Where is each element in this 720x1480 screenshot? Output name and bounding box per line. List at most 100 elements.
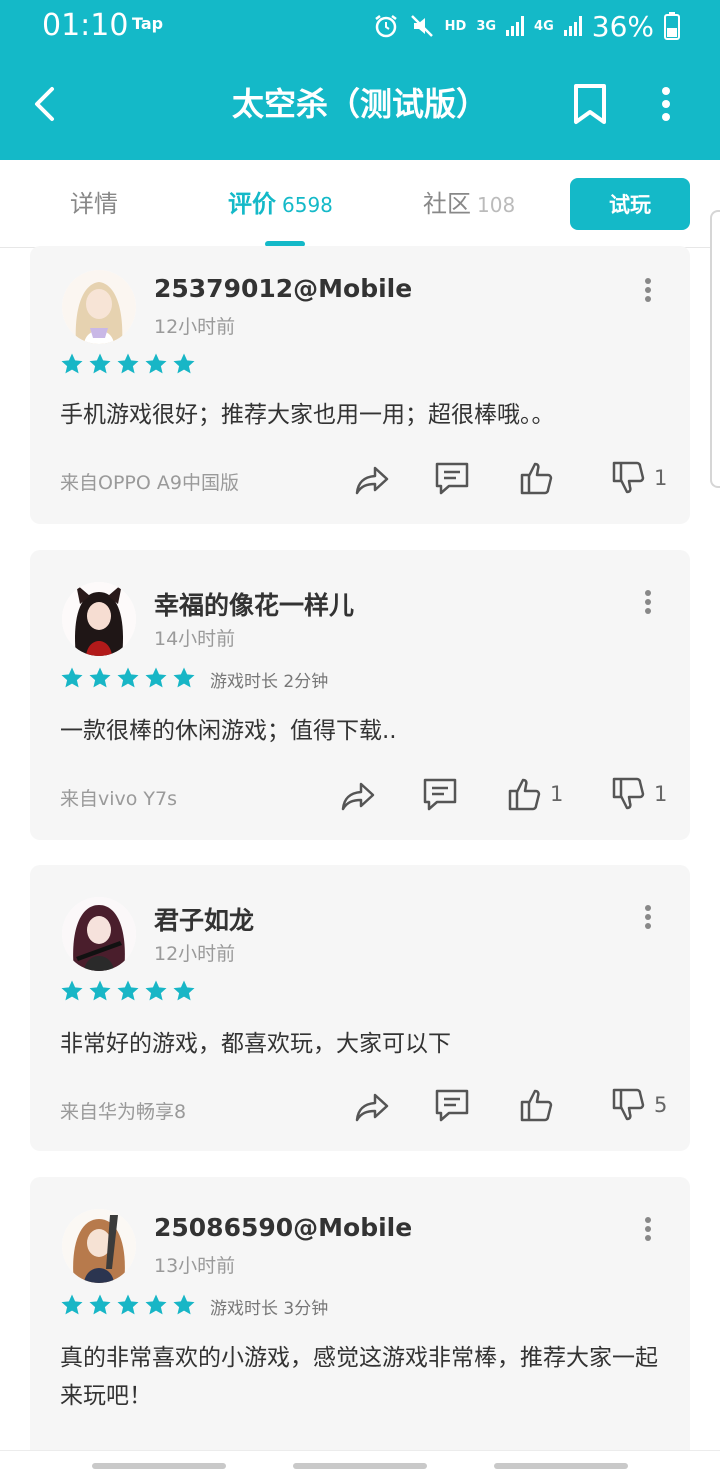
like-count: 1 [550,782,564,806]
review-card: 幸福的像花一样儿 14小时前 游戏时长 2分钟 一款很棒的休闲游戏；值得下载..… [30,550,690,840]
dislike-button[interactable]: 1 [610,460,667,496]
dislike-count: 1 [654,782,668,806]
star-rating [60,979,196,1003]
star-icon [61,667,83,688]
net-4g-label: 4G [534,18,554,34]
thumbs-up-icon [508,778,541,811]
signal-icon [506,16,525,36]
status-time: 01:10 [42,8,129,43]
dislike-button[interactable]: 5 [610,1087,667,1123]
tab-count: 6598 [282,193,333,217]
star-icon [145,980,167,1001]
bottom-tab-indicator [494,1463,628,1469]
review-time: 12小时前 [154,316,236,338]
star-icon [173,353,195,374]
tab-community[interactable]: 社区 108 [423,186,515,222]
bookmark-button[interactable] [568,80,612,128]
review-device: 来自vivo Y7s [60,788,178,810]
star-rating [60,666,196,690]
star-icon [89,353,111,374]
share-button[interactable] [354,1089,390,1125]
review-device: 来自OPPO A9中国版 [60,472,239,494]
star-icon [145,667,167,688]
mute-icon [410,15,433,37]
review-device: 来自华为畅享8 [60,1101,187,1123]
share-icon [355,466,389,495]
star-icon [61,353,83,374]
star-icon [117,667,139,688]
share-icon [355,1093,389,1122]
comment-button[interactable] [422,776,458,812]
review-time: 14小时前 [154,628,236,650]
tab-details[interactable]: 详情 [70,186,118,222]
thumbs-up-icon [520,1089,553,1122]
star-icon [61,1294,83,1315]
avatar[interactable] [62,270,136,344]
star-rating [60,1293,196,1317]
review-text[interactable]: 真的非常喜欢的小游戏，感觉这游戏非常棒，推荐大家一起来玩吧！ [60,1339,660,1415]
review-text[interactable]: 手机游戏很好；推荐大家也用一用；超很棒哦。。 [60,396,660,434]
try-play-button[interactable]: 试玩 [570,178,690,230]
more-vertical-icon [645,1217,651,1241]
net-3g-label: 3G [476,18,497,34]
bottom-tab-indicator [293,1463,427,1469]
thumbs-down-icon [612,1088,645,1121]
thumbs-down-icon [612,777,645,810]
tab-bar: 详情 评价 6598 社区 108 试玩 [0,160,720,248]
comment-button[interactable] [434,460,470,496]
comment-icon [435,462,469,495]
review-more-button[interactable] [636,1209,660,1249]
star-icon [173,1294,195,1315]
status-icons: HD 3G 4G 36% [373,8,680,44]
more-vertical-icon [645,278,651,302]
dislike-button[interactable]: 1 [610,776,667,812]
review-username[interactable]: 25086590@Mobile [154,1213,412,1242]
back-button[interactable] [24,82,64,126]
review-card: 25086590@Mobile 13小时前 游戏时长 3分钟 真的非常喜欢的小游… [30,1177,690,1450]
star-icon [117,980,139,1001]
like-button[interactable]: 1 [506,776,563,812]
review-username[interactable]: 君子如龙 [154,901,254,937]
review-text[interactable]: 一款很棒的休闲游戏；值得下载.. [60,712,660,750]
star-rating [60,352,196,376]
star-icon [117,1294,139,1315]
signal-icon [563,16,582,36]
avatar[interactable] [62,1209,136,1283]
share-button[interactable] [354,462,390,498]
star-icon [145,353,167,374]
like-button[interactable] [518,460,562,496]
review-card: 25379012@Mobile 12小时前 手机游戏很好；推荐大家也用一用；超很… [30,246,690,524]
review-card: 君子如龙 12小时前 非常好的游戏，都喜欢玩，大家可以下 来自华为畅享8 5 [30,865,690,1151]
review-playtime: 游戏时长 2分钟 [210,672,329,692]
review-more-button[interactable] [636,582,660,622]
star-icon [89,667,111,688]
review-time: 13小时前 [154,1255,236,1277]
alarm-icon [374,15,397,38]
review-time: 12小时前 [154,943,236,965]
like-button[interactable] [518,1087,562,1123]
app-header: 01:10 Tap HD 3G 4G 36% 太空杀（测试版） [0,0,720,160]
share-button[interactable] [340,778,376,814]
avatar[interactable] [62,582,136,656]
review-playtime: 游戏时长 3分钟 [210,1299,329,1319]
dislike-count: 5 [654,1093,668,1117]
star-icon [145,1294,167,1315]
star-icon [117,353,139,374]
comment-icon [423,778,457,811]
app-badge: Tap [132,14,164,33]
star-icon [89,1294,111,1315]
more-vertical-icon [662,87,670,121]
review-more-button[interactable] [636,897,660,937]
review-username[interactable]: 25379012@Mobile [154,274,412,303]
bookmark-icon [574,84,606,124]
more-options-button[interactable] [648,82,684,126]
edge-panel-handle[interactable] [710,210,720,488]
tab-reviews[interactable]: 评价 6598 [228,186,333,222]
review-text[interactable]: 非常好的游戏，都喜欢玩，大家可以下 [60,1025,660,1063]
star-icon [173,667,195,688]
star-icon [173,980,195,1001]
avatar[interactable] [62,897,136,971]
comment-button[interactable] [434,1087,470,1123]
review-username[interactable]: 幸福的像花一样儿 [154,586,354,622]
review-more-button[interactable] [636,270,660,310]
